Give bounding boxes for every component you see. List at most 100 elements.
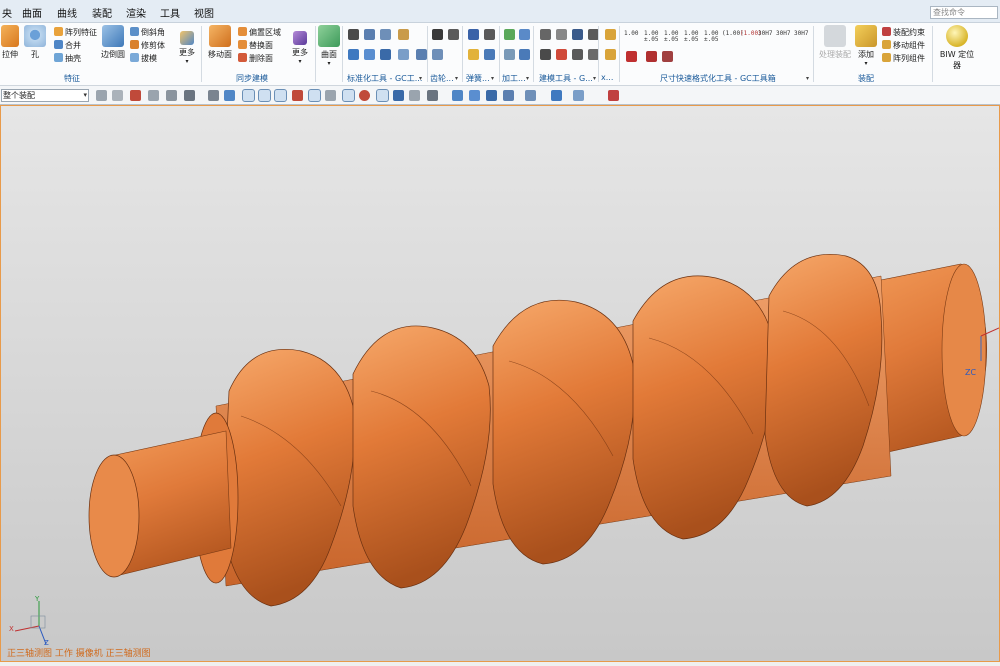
standard-tool-icon[interactable] [364, 49, 375, 60]
snap-icon[interactable] [325, 90, 336, 101]
edge-blend-button[interactable]: 边倒圆 [100, 25, 126, 60]
offset-region-button[interactable]: 偏置区域 [238, 27, 281, 39]
snap-circle-icon[interactable] [359, 90, 370, 101]
rotate-icon[interactable] [486, 90, 497, 101]
filter-icon[interactable] [96, 90, 107, 101]
assembly-constraint-button[interactable]: 装配约束 [882, 27, 925, 39]
standard-tool-icon[interactable] [398, 49, 409, 60]
chamfer-button[interactable]: 倒斜角 [130, 27, 165, 39]
extrude-button[interactable]: 拉伸 [0, 25, 20, 60]
spring-tool-icon[interactable] [484, 29, 495, 40]
add-component-button[interactable]: 添加 ▾ [855, 25, 877, 67]
modeling-tool-icon[interactable] [556, 49, 567, 60]
modeling-tool-icon[interactable] [540, 29, 551, 40]
menu-item-surface[interactable]: 曲面 [22, 5, 42, 20]
modeling-tool-icon[interactable] [540, 49, 551, 60]
modeling-tool-icon[interactable] [572, 49, 583, 60]
display-mode-icon[interactable] [551, 90, 562, 101]
gear-tool-icon[interactable] [432, 49, 443, 60]
dimension-tolerance-icon[interactable]: 1.00 ±.05 [644, 31, 658, 43]
menu-item-view[interactable]: 视图 [194, 5, 214, 20]
filter-icon[interactable] [112, 90, 123, 101]
zoom-icon[interactable] [469, 90, 480, 101]
machining-tool-icon[interactable] [504, 49, 515, 60]
machining-tool-icon[interactable] [504, 29, 515, 40]
snap-icon[interactable] [427, 90, 438, 101]
chevron-down-icon[interactable]: ▾ [455, 75, 458, 82]
standard-tool-icon[interactable] [348, 29, 359, 40]
dimension-tolerance-icon[interactable]: 1.00 ±.05 [664, 31, 678, 43]
menu-item-render[interactable]: 渲染 [126, 5, 146, 20]
fit-dimension-icon[interactable]: 30H7 [776, 31, 790, 43]
fit-dimension-icon[interactable]: 30H7 [758, 31, 772, 43]
snap-line-icon[interactable] [274, 89, 287, 102]
standard-tool-icon[interactable] [380, 49, 391, 60]
snap-curve-icon[interactable] [292, 90, 303, 101]
move-component-button[interactable]: 移动组件 [882, 40, 925, 52]
dimension-tolerance-icon[interactable]: 1.00 ±.05 [704, 31, 718, 43]
snap-icon[interactable] [393, 90, 404, 101]
chevron-down-icon[interactable]: ▾ [593, 75, 596, 82]
selection-scope-select[interactable]: 整个装配 ▾ [1, 89, 89, 102]
extra-tool-icon[interactable] [605, 29, 616, 40]
chevron-down-icon[interactable]: ▾ [806, 75, 809, 82]
select-box-icon[interactable] [184, 90, 195, 101]
view-icon[interactable] [208, 90, 219, 101]
layer-icon[interactable] [573, 90, 584, 101]
snap-icon[interactable] [166, 90, 177, 101]
standard-tool-icon[interactable] [348, 49, 359, 60]
render-style-icon[interactable] [503, 90, 514, 101]
menu-item-file[interactable]: 央 [2, 5, 12, 20]
standard-tool-icon[interactable] [380, 29, 391, 40]
dimension-tool-icon[interactable] [646, 51, 657, 62]
pattern-component-button[interactable]: 阵列组件 [882, 53, 925, 65]
menu-item-tools[interactable]: 工具 [160, 5, 180, 20]
view-icon[interactable] [224, 90, 235, 101]
chevron-down-icon[interactable]: ▾ [419, 75, 422, 82]
snap-line-icon[interactable] [258, 89, 271, 102]
menu-item-curve[interactable]: 曲线 [57, 5, 77, 20]
menu-item-assembly[interactable]: 装配 [92, 5, 112, 20]
delete-face-button[interactable]: 删除面 [238, 53, 273, 65]
snap-midpoint-icon[interactable] [308, 89, 321, 102]
chevron-down-icon[interactable]: ▾ [491, 75, 494, 82]
snap-icon[interactable] [409, 90, 420, 101]
spring-tool-icon[interactable] [468, 29, 479, 40]
machining-tool-icon[interactable] [519, 49, 530, 60]
fit-dimension-icon[interactable]: 30H7 [794, 31, 808, 43]
shell-button[interactable]: 抽壳 [54, 53, 81, 65]
standard-tool-icon[interactable] [416, 49, 427, 60]
spring-tool-icon[interactable] [484, 49, 495, 60]
surface-button[interactable]: 曲面 ▾ [318, 25, 340, 67]
orient-view-icon[interactable] [525, 90, 536, 101]
graphics-viewport[interactable]: ZC Y X Z 正三轴测图 工作 摄像机 正三轴测图 [0, 105, 1000, 662]
sync-more-button[interactable]: 更多 ▾ [290, 25, 310, 65]
dimension-tool-icon[interactable] [626, 51, 637, 62]
reference-dimension-icon[interactable]: (1.00) [740, 31, 762, 43]
extra-tool-icon[interactable] [605, 49, 616, 60]
replace-face-button[interactable]: 替换面 [238, 40, 273, 52]
spring-tool-icon[interactable] [468, 49, 479, 60]
standard-tool-icon[interactable] [398, 29, 409, 40]
feature-more-button[interactable]: 更多 ▾ [177, 25, 197, 65]
biw-locator-button[interactable]: BIW 定位器 [936, 25, 978, 71]
machining-tool-icon[interactable] [519, 29, 530, 40]
work-layer-icon[interactable] [608, 90, 619, 101]
gear-tool-icon[interactable] [432, 29, 443, 40]
standard-tool-icon[interactable] [364, 29, 375, 40]
draft-button[interactable]: 拔模 [130, 53, 157, 65]
trim-body-button[interactable]: 修剪体 [130, 40, 165, 52]
snap-center-icon[interactable] [342, 89, 355, 102]
command-search-input[interactable]: 查找命令 [930, 6, 998, 19]
dimension-tool-icon[interactable] [662, 51, 673, 62]
snap-icon[interactable] [148, 90, 159, 101]
hole-button[interactable]: 孔 [24, 25, 46, 60]
pattern-feature-button[interactable]: 阵列特征 [54, 27, 97, 39]
dimension-tolerance-icon[interactable]: 1.00 ±.05 [684, 31, 698, 43]
snap-cross-icon[interactable] [376, 89, 389, 102]
snap-point-icon[interactable] [242, 89, 255, 102]
gear-tool-icon[interactable] [448, 29, 459, 40]
unite-button[interactable]: 合并 [54, 40, 81, 52]
modeling-tool-icon[interactable] [572, 29, 583, 40]
move-face-button[interactable]: 移动面 [206, 25, 234, 60]
